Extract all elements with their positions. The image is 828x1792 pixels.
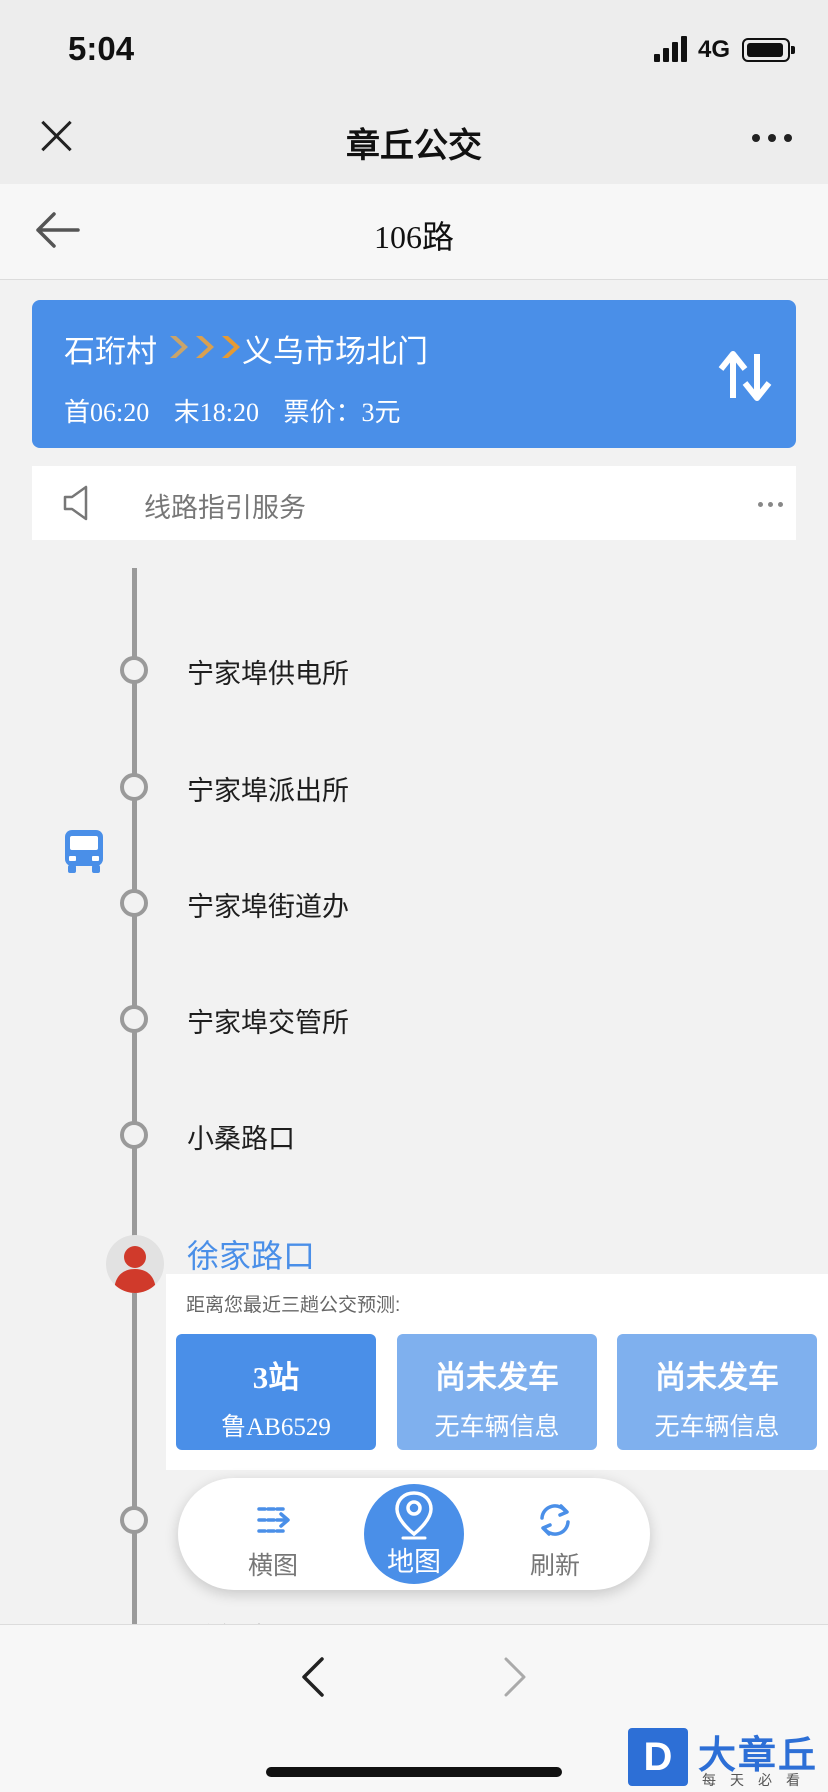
signal-icon bbox=[654, 36, 688, 62]
prediction-plate: 鲁AB6529 bbox=[221, 1414, 331, 1441]
first-bus-time: 首06:20 bbox=[64, 398, 150, 427]
refresh-label: 刷新 bbox=[529, 1552, 580, 1580]
stop-marker bbox=[120, 656, 148, 684]
fare: 票价：3元 bbox=[283, 398, 401, 427]
stop-name[interactable]: 小桑路口 bbox=[187, 1117, 295, 1156]
route-line-track bbox=[132, 568, 137, 1624]
network-type: 4G bbox=[698, 36, 731, 63]
horizontal-view-label: 横图 bbox=[247, 1552, 298, 1580]
stop-name[interactable]: 宁家埠街道办 bbox=[187, 885, 349, 924]
current-stop-name[interactable]: 徐家路口 bbox=[187, 1231, 315, 1277]
route-from: 石珩村 bbox=[64, 334, 157, 369]
prediction-info: 无车辆信息 bbox=[654, 1413, 780, 1441]
map-button[interactable]: 地图 bbox=[364, 1484, 464, 1584]
page-header: 106路 bbox=[0, 184, 828, 280]
page-title: 106路 bbox=[373, 219, 454, 255]
route-card: 石珩村 义乌市场北门 首06:20 末18:20 票价：3元 bbox=[32, 300, 796, 448]
last-bus-time: 末18:20 bbox=[173, 398, 259, 427]
map-label: 地图 bbox=[387, 1547, 441, 1577]
prediction-status: 尚未发车 bbox=[655, 1360, 779, 1395]
prediction-status: 尚未发车 bbox=[435, 1360, 559, 1395]
person-icon bbox=[114, 1246, 156, 1293]
prediction-info: 无车辆信息 bbox=[434, 1413, 560, 1441]
refresh-button[interactable]: 刷新 bbox=[500, 1500, 610, 1582]
stop-name[interactable]: 手车站 bbox=[187, 1616, 268, 1624]
more-icon[interactable] bbox=[758, 502, 786, 508]
stop-marker bbox=[120, 773, 148, 801]
prediction-card[interactable]: 3站 鲁AB6529 bbox=[176, 1334, 376, 1450]
status-bar: 5:04 4G bbox=[0, 0, 828, 96]
prediction-card[interactable]: 尚未发车 无车辆信息 bbox=[617, 1334, 817, 1450]
battery-icon bbox=[742, 38, 795, 62]
stop-name[interactable]: 宁家埠供电所 bbox=[187, 652, 349, 691]
floating-action-bar: 横图 地图 刷新 bbox=[178, 1478, 650, 1590]
route-schedule: 首06:20 末18:20 票价：3元 bbox=[64, 392, 418, 429]
stop-marker bbox=[120, 889, 148, 917]
route-guide-service-row[interactable]: 线路指引服务 bbox=[32, 466, 796, 540]
swap-direction-icon[interactable] bbox=[716, 348, 774, 404]
route-to: 义乌市场北门 bbox=[242, 334, 428, 369]
watermark-logo: D 大章丘 每天必看 bbox=[628, 1726, 828, 1792]
horizontal-view-button[interactable]: 横图 bbox=[218, 1500, 328, 1582]
prediction-card[interactable]: 尚未发车 无车辆信息 bbox=[397, 1334, 597, 1450]
stop-marker bbox=[120, 1121, 148, 1149]
chevron-right-icon[interactable] bbox=[500, 1655, 530, 1699]
more-icon[interactable] bbox=[752, 134, 792, 144]
stop-marker bbox=[120, 1005, 148, 1033]
prediction-label: 距离您最近三趟公交预测: bbox=[186, 1295, 401, 1316]
direction-chevrons-icon bbox=[170, 336, 240, 358]
chevron-left-icon[interactable] bbox=[298, 1655, 328, 1699]
status-time: 5:04 bbox=[68, 30, 135, 67]
app-title: 章丘公交 bbox=[346, 127, 482, 165]
list-arrow-icon bbox=[257, 1507, 290, 1533]
watermark-slogan: 每天必看 bbox=[702, 1772, 814, 1788]
service-label: 线路指引服务 bbox=[144, 493, 306, 523]
user-location-avatar bbox=[106, 1235, 164, 1293]
speaker-icon bbox=[63, 485, 88, 521]
watermark-logo-mark: D bbox=[628, 1728, 688, 1786]
stop-name[interactable]: 宁家埠交管所 bbox=[187, 1001, 349, 1040]
bus-icon bbox=[65, 830, 103, 873]
stop-marker bbox=[120, 1506, 148, 1534]
home-indicator bbox=[266, 1767, 562, 1777]
map-pin-icon bbox=[395, 1491, 433, 1540]
bus-prediction-panel: 距离您最近三趟公交预测: 3站 鲁AB6529 尚未发车 无车辆信息 尚未发车 … bbox=[166, 1274, 828, 1470]
stop-name[interactable]: 宁家埠派出所 bbox=[187, 769, 349, 808]
wechat-nav-bar: 章丘公交 bbox=[0, 96, 828, 184]
prediction-stops: 3站 bbox=[252, 1360, 300, 1395]
refresh-icon bbox=[540, 1504, 570, 1536]
